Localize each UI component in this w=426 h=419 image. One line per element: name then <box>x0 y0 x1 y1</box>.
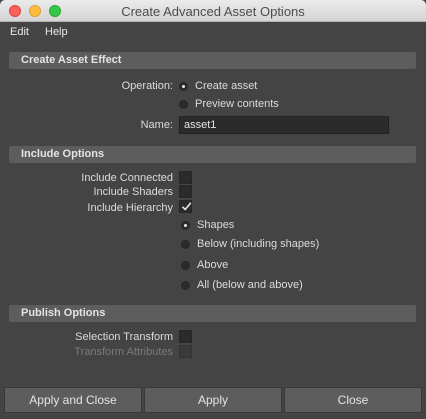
selection-transform-label: Selection Transform <box>75 331 173 343</box>
radio-all[interactable] <box>181 281 190 290</box>
menu-bar: Edit Help <box>0 22 426 43</box>
window-title: Create Advanced Asset Options <box>121 4 305 19</box>
title-bar: Create Advanced Asset Options <box>0 0 426 22</box>
include-hierarchy-checkbox[interactable] <box>179 200 192 213</box>
transform-attributes-label: Transform Attributes <box>74 346 173 358</box>
shapes-option-label[interactable]: Shapes <box>197 219 234 231</box>
close-button[interactable]: Close <box>284 387 422 413</box>
transform-attributes-checkbox <box>179 345 192 358</box>
section-title: Create Asset Effect <box>21 54 122 66</box>
menu-help[interactable]: Help <box>45 26 68 38</box>
below-option-label[interactable]: Below (including shapes) <box>197 238 319 250</box>
include-shaders-checkbox[interactable] <box>179 185 192 198</box>
name-label: Name: <box>140 119 173 131</box>
radio-create-asset[interactable] <box>179 82 188 91</box>
radio-preview-contents[interactable] <box>179 100 188 109</box>
operation-label: Operation: <box>121 80 173 92</box>
checkmark-icon <box>181 202 192 211</box>
radio-above[interactable] <box>181 261 190 270</box>
section-title: Publish Options <box>21 307 106 319</box>
menu-edit[interactable]: Edit <box>10 26 29 38</box>
include-connected-checkbox[interactable] <box>179 171 192 184</box>
selection-transform-checkbox[interactable] <box>179 330 192 343</box>
apply-button[interactable]: Apply <box>144 387 282 413</box>
above-option-label[interactable]: Above <box>197 259 228 271</box>
radio-shapes[interactable] <box>181 221 190 230</box>
section-header-include-options[interactable]: Include Options <box>9 146 416 163</box>
apply-and-close-button[interactable]: Apply and Close <box>4 387 142 413</box>
preview-contents-option-label[interactable]: Preview contents <box>195 98 279 110</box>
radio-below[interactable] <box>181 240 190 249</box>
section-header-create-asset-effect[interactable]: Create Asset Effect <box>9 52 416 69</box>
name-field[interactable] <box>179 116 389 134</box>
all-option-label[interactable]: All (below and above) <box>197 279 303 291</box>
include-connected-label: Include Connected <box>81 172 173 184</box>
include-shaders-label: Include Shaders <box>93 186 174 198</box>
section-header-publish-options[interactable]: Publish Options <box>9 305 416 322</box>
include-hierarchy-label: Include Hierarchy <box>87 202 173 214</box>
section-title: Include Options <box>21 148 105 160</box>
create-asset-option-label[interactable]: Create asset <box>195 80 257 92</box>
